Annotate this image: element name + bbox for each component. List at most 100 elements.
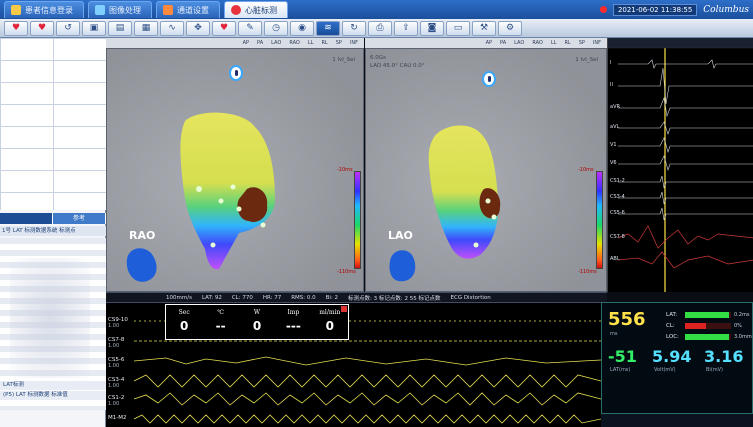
channel-gain: 1.00: [108, 343, 120, 349]
rms-readout: RMS: 0.0: [291, 294, 316, 301]
abl-value: 0: [180, 319, 189, 333]
wave-button[interactable]: ≋: [316, 20, 340, 36]
map-view-rao[interactable]: 1 lvl_Sel RAO -10ms -110ms: [106, 48, 364, 292]
tab-label: 患者信息登录: [25, 5, 73, 15]
channel-gain: 1.00: [108, 363, 120, 369]
ecg-lead-label: V6: [610, 160, 617, 166]
orient-inf[interactable]: INF: [593, 40, 601, 46]
map-point: [260, 222, 266, 228]
export-button[interactable]: ⇪: [394, 20, 418, 36]
orient-lao[interactable]: LAO: [514, 40, 524, 46]
ecg-lead-label: aVR: [610, 104, 620, 110]
view-orientation-bar-rao: AP PA LAO RAO LL RL SP INF: [106, 38, 364, 48]
orient-ll[interactable]: LL: [308, 40, 314, 46]
strip-trace: [133, 356, 601, 366]
subtab-reference[interactable]: 参考: [53, 213, 106, 224]
clock: 2021-06-02 11:38:55: [612, 3, 698, 16]
ecg-lead-label: I: [610, 60, 612, 66]
left-footer-row-1[interactable]: LAT标测: [0, 381, 106, 390]
abl-label: W: [253, 309, 261, 316]
annotate-button[interactable]: ✎: [238, 20, 262, 36]
orient-ll[interactable]: LL: [551, 40, 557, 46]
orient-rl[interactable]: RL: [321, 40, 327, 46]
subtab-1[interactable]: [0, 213, 53, 224]
settings-button[interactable]: ⚙: [498, 20, 522, 36]
view-icon: ◉: [298, 23, 306, 33]
signal-button[interactable]: ∿: [160, 20, 184, 36]
ecg-lead-label: aVL: [610, 124, 620, 130]
wrench-icon: ⚒: [479, 23, 489, 33]
bar-track: [685, 311, 731, 318]
scale-bottom-label: -110ms: [578, 269, 597, 275]
rotate-left-button[interactable]: ↺: [56, 20, 80, 36]
tab-label: 通道设置: [177, 5, 209, 15]
lat-readout: LAT: 92: [201, 294, 222, 301]
print-button[interactable]: ⎙: [368, 20, 392, 36]
camera-icon: ◙: [427, 23, 437, 33]
tab-image-processing[interactable]: 图像处理: [88, 1, 152, 18]
tab-cardiac-mapping[interactable]: 心脏标测: [224, 1, 288, 18]
clock-button[interactable]: ◷: [264, 20, 288, 36]
refresh-button[interactable]: ↻: [342, 20, 366, 36]
orient-ap[interactable]: AP: [243, 40, 249, 46]
main-toolbar: ♥ ♥ ↺ ▣ ▤ ▦ ∿ ✥ ♥ ✎ ◷ ◉ ≋ ↻ ⎙ ⇪ ◙ ▭ ⚒ ⚙: [0, 19, 753, 38]
move-button[interactable]: ✥: [186, 20, 210, 36]
heart-view-button[interactable]: ♥: [212, 20, 236, 36]
tools-button[interactable]: ⚒: [472, 20, 496, 36]
map-status-line: 100mm/s LAT: 92 CL: 770 HR: 77 RMS: 0.0 …: [106, 292, 607, 302]
orient-rao[interactable]: RAO: [532, 40, 543, 46]
bar-fill: [685, 333, 729, 340]
top-tab-bar: 患者信息登录 图像处理 通道设置 心脏标测 2021-06-02 11:38:5…: [0, 0, 753, 19]
ecg-lead-label: ABL: [610, 256, 620, 262]
abl-value: 0: [252, 319, 262, 333]
orient-sp[interactable]: SP: [336, 40, 342, 46]
map-point: [210, 242, 216, 248]
move-icon: ✥: [194, 23, 202, 33]
layout-button[interactable]: ▤: [108, 20, 132, 36]
heart-activation-map: [126, 112, 275, 282]
stat-bar-cl: CL: 0%: [666, 322, 748, 329]
patient-list-grid[interactable]: [0, 38, 106, 210]
print-icon: ⎙: [376, 23, 384, 33]
left-footer-row-2[interactable]: (P5) LAT 标测数据 标准值: [0, 391, 106, 400]
bipolar-value: 3.16: [704, 347, 744, 366]
orient-inf[interactable]: INF: [350, 40, 358, 46]
map-list-header: 1号 LAT 标测数据系统 标测点: [0, 226, 106, 236]
abl-label: ℃: [217, 309, 224, 316]
abl-impedance: Imp ---: [275, 305, 311, 339]
orient-ap[interactable]: AP: [486, 40, 492, 46]
orient-pa[interactable]: PA: [500, 40, 506, 46]
view-button[interactable]: ◉: [290, 20, 314, 36]
voltage-value: 5.94: [652, 347, 692, 366]
heart-icon: [231, 5, 241, 15]
orient-pa[interactable]: PA: [257, 40, 263, 46]
folder-button[interactable]: ▭: [446, 20, 470, 36]
camera-button[interactable]: ◙: [420, 20, 444, 36]
orient-lao[interactable]: LAO: [271, 40, 281, 46]
cs-trace: [618, 175, 753, 189]
orient-rao[interactable]: RAO: [289, 40, 300, 46]
heart-icon: ♥: [37, 23, 47, 33]
image-button[interactable]: ▣: [82, 20, 106, 36]
cs-trace: [618, 207, 753, 221]
torso-icon: [389, 250, 416, 282]
bar-value: 0.2ms: [734, 311, 750, 318]
tab-patient-info[interactable]: 患者信息登录: [4, 1, 84, 18]
tab-channel-settings[interactable]: 通道设置: [156, 1, 220, 18]
grid-button[interactable]: ▦: [134, 20, 158, 36]
heart-map-button[interactable]: ♥: [30, 20, 54, 36]
map-view-lao[interactable]: 6.0Gs LAO 45.0° CAU 0.0° 1 lvl_Sel LAO -…: [365, 48, 607, 292]
point-counts: 标测点数: 3 标记点数: 2 55 标记点数: [348, 295, 441, 302]
heart-icon: ♥: [219, 23, 229, 33]
channel-gain: 1.00: [108, 401, 120, 407]
cycle-length-value: 556: [608, 309, 646, 330]
torso-icon: [126, 248, 157, 282]
orient-sp[interactable]: SP: [579, 40, 585, 46]
orient-rl[interactable]: RL: [564, 40, 570, 46]
close-icon[interactable]: [341, 306, 347, 312]
strip-trace: [133, 374, 601, 388]
ecg-distortion[interactable]: ECG Distortion: [451, 295, 491, 301]
strip-trace: [133, 414, 601, 424]
map-point: [236, 206, 242, 212]
heart-tool-button[interactable]: ♥: [4, 20, 28, 36]
